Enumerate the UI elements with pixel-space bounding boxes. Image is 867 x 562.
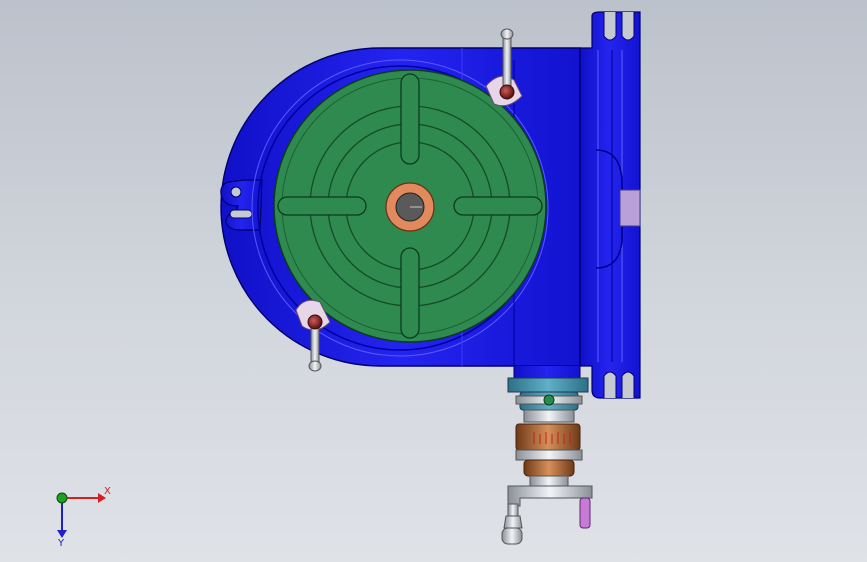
triad-origin xyxy=(56,492,68,504)
x-axis-label: X xyxy=(104,486,111,497)
crank-arm[interactable] xyxy=(507,485,593,507)
graduated-dial[interactable] xyxy=(515,423,581,451)
crank-handle[interactable] xyxy=(501,503,523,545)
rotary-table-model[interactable] xyxy=(0,0,867,562)
graphics-viewport[interactable]: X Y xyxy=(0,0,867,562)
view-triad: X Y xyxy=(56,486,111,548)
handwheel-assembly[interactable] xyxy=(501,377,593,545)
y-axis-label: Y xyxy=(57,538,65,548)
